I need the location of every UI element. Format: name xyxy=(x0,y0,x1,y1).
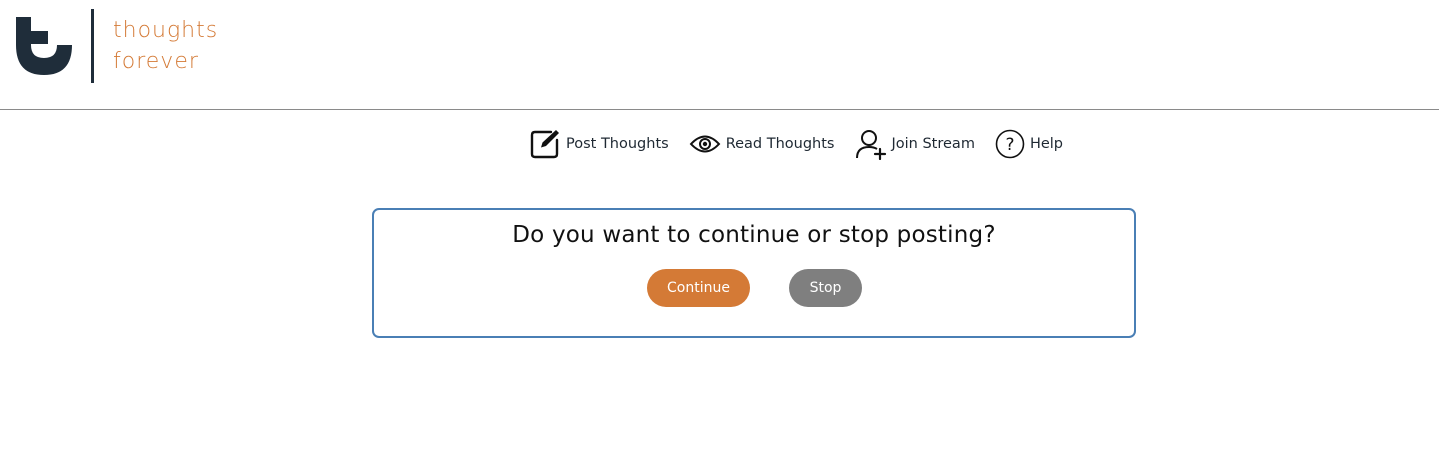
nav-item-join-stream[interactable]: Join Stream xyxy=(855,128,975,160)
dialog-question: Do you want to continue or stop posting? xyxy=(512,222,996,248)
nav-item-read-thoughts[interactable]: Read Thoughts xyxy=(689,133,835,155)
stop-button[interactable]: Stop xyxy=(789,269,862,307)
site-header: thoughts forever xyxy=(0,0,1439,110)
add-user-icon xyxy=(855,128,887,160)
nav-label-read-thoughts: Read Thoughts xyxy=(725,136,835,152)
logo-divider xyxy=(91,9,94,83)
svg-text:?: ? xyxy=(1005,135,1014,155)
logo-mark-icon xyxy=(16,17,72,75)
edit-icon xyxy=(529,128,561,160)
site-logo[interactable]: thoughts forever xyxy=(14,9,234,83)
eye-icon xyxy=(689,133,721,155)
logo-line-1: thoughts xyxy=(113,18,219,43)
continue-stop-dialog: Do you want to continue or stop posting?… xyxy=(372,208,1136,338)
logo-wordmark: thoughts forever xyxy=(113,15,218,77)
nav-item-post-thoughts[interactable]: Post Thoughts xyxy=(529,128,669,160)
nav-label-join-stream: Join Stream xyxy=(891,136,975,152)
nav-label-post-thoughts: Post Thoughts xyxy=(566,136,669,152)
main-nav: Post Thoughts Read Thoughts Join Stream xyxy=(529,126,1063,162)
help-icon: ? xyxy=(995,129,1025,159)
nav-label-help: Help xyxy=(1029,136,1064,152)
nav-item-help[interactable]: ? Help xyxy=(995,129,1063,159)
continue-button[interactable]: Continue xyxy=(647,269,750,307)
logo-line-2: forever xyxy=(113,49,199,74)
